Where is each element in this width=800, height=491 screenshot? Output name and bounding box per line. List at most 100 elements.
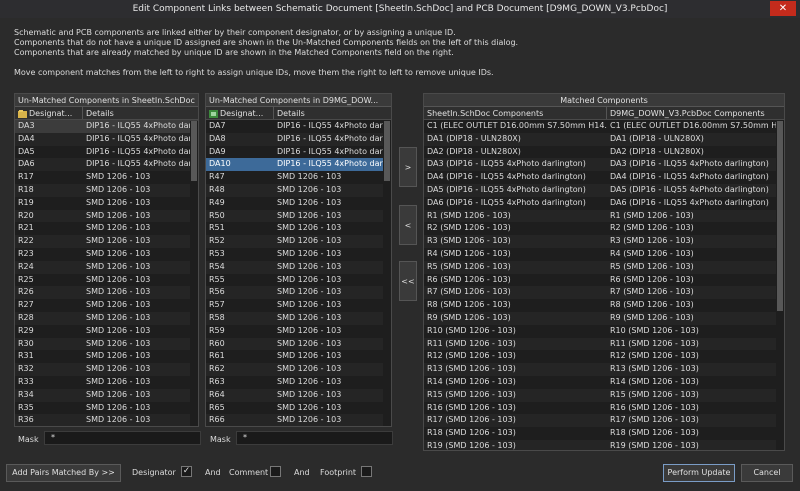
designator-checkbox[interactable]: ✓ (181, 466, 192, 477)
table-row[interactable]: R47 SMD 1206 - 103 (206, 171, 391, 184)
table-row[interactable]: R24 SMD 1206 - 103 (15, 260, 198, 274)
matched-col-pcb[interactable]: D9MG_DOWN_V3.PcbDoc Components (607, 107, 784, 119)
table-row[interactable]: R7 (SMD 1206 - 103) R7 (SMD 1206 - 103) (424, 286, 784, 300)
move-right-button[interactable]: > (399, 147, 417, 187)
table-row[interactable]: R14 (SMD 1206 - 103) R14 (SMD 1206 - 103) (424, 376, 784, 389)
table-row[interactable]: R23 SMD 1206 - 103 (15, 248, 198, 261)
table-row[interactable]: R18 (SMD 1206 - 103) R18 (SMD 1206 - 103) (424, 427, 784, 440)
table-row[interactable]: R33 SMD 1206 - 103 (15, 376, 198, 389)
table-row[interactable]: R13 (SMD 1206 - 103) R13 (SMD 1206 - 103) (424, 363, 784, 376)
table-row[interactable]: R11 (SMD 1206 - 103) R11 (SMD 1206 - 103) (424, 337, 784, 351)
table-row[interactable]: R9 (SMD 1206 - 103) R9 (SMD 1206 - 103) (424, 311, 784, 325)
table-row[interactable]: R34 SMD 1206 - 103 (15, 388, 198, 402)
table-row[interactable]: R64 SMD 1206 - 103 (206, 388, 391, 402)
table-row[interactable]: R22 SMD 1206 - 103 (15, 235, 198, 248)
info-line-3: Components that are already matched by u… (14, 48, 454, 57)
table-row[interactable]: R16 (SMD 1206 - 103) R16 (SMD 1206 - 103) (424, 402, 784, 415)
table-row[interactable]: DA8 DIP16 - ILQ55 4xPhoto darli (206, 132, 391, 146)
cell-col1: R24 (18, 261, 34, 271)
table-row[interactable]: DA3 (DIP16 - ILQ55 4xPhoto darlington) DA… (424, 158, 784, 172)
table-row[interactable]: R57 SMD 1206 - 103 (206, 299, 391, 312)
table-row[interactable]: DA6 DIP16 - ILQ55 4xPhoto darli (15, 158, 198, 172)
cell-col1: DA1 (DIP18 - ULN280X) (427, 133, 521, 143)
table-row[interactable]: R3 (SMD 1206 - 103) R3 (SMD 1206 - 103) (424, 235, 784, 248)
table-row[interactable]: R54 SMD 1206 - 103 (206, 260, 391, 274)
sch-mask-input[interactable]: * (44, 431, 201, 445)
table-row[interactable]: R62 SMD 1206 - 103 (206, 363, 391, 376)
table-row[interactable]: R19 SMD 1206 - 103 (15, 197, 198, 210)
table-row[interactable]: C1 (ELEC OUTLET D16.00mm S7.50mm H14.00m… (424, 120, 784, 133)
table-row[interactable]: R27 SMD 1206 - 103 (15, 299, 198, 312)
table-row[interactable]: R49 SMD 1206 - 103 (206, 197, 391, 210)
table-row[interactable]: R5 (SMD 1206 - 103) R5 (SMD 1206 - 103) (424, 260, 784, 274)
table-row[interactable]: R21 SMD 1206 - 103 (15, 222, 198, 235)
table-row[interactable]: R20 SMD 1206 - 103 (15, 209, 198, 223)
table-row[interactable]: R8 (SMD 1206 - 103) R8 (SMD 1206 - 103) (424, 299, 784, 312)
table-row[interactable]: R15 (SMD 1206 - 103) R15 (SMD 1206 - 103) (424, 388, 784, 402)
table-row[interactable]: R26 SMD 1206 - 103 (15, 286, 198, 300)
pcb-scrollbar[interactable] (383, 121, 391, 426)
table-row[interactable]: R17 (SMD 1206 - 103) R17 (SMD 1206 - 103) (424, 414, 784, 428)
table-row[interactable]: R53 SMD 1206 - 103 (206, 248, 391, 261)
table-row[interactable]: R19 (SMD 1206 - 103) R19 (SMD 1206 - 103) (424, 439, 784, 450)
cell-col2: R1 (SMD 1206 - 103) (610, 210, 694, 220)
table-row[interactable]: R17 SMD 1206 - 103 (15, 171, 198, 184)
table-row[interactable]: R59 SMD 1206 - 103 (206, 325, 391, 338)
table-row[interactable]: R18 SMD 1206 - 103 (15, 183, 198, 197)
sch-col-details[interactable]: Details (83, 107, 198, 119)
table-row[interactable]: R58 SMD 1206 - 103 (206, 311, 391, 325)
table-row[interactable]: R63 SMD 1206 - 103 (206, 376, 391, 389)
move-all-left-button[interactable]: << (399, 261, 417, 301)
table-row[interactable]: R61 SMD 1206 - 103 (206, 350, 391, 363)
table-row[interactable]: R52 SMD 1206 - 103 (206, 235, 391, 248)
table-row[interactable]: R1 (SMD 1206 - 103) R1 (SMD 1206 - 103) (424, 209, 784, 223)
table-row[interactable]: R51 SMD 1206 - 103 (206, 222, 391, 235)
table-row[interactable]: DA9 DIP16 - ILQ55 4xPhoto darli (206, 146, 391, 159)
table-row[interactable]: R50 SMD 1206 - 103 (206, 209, 391, 223)
table-row[interactable]: R48 SMD 1206 - 103 (206, 183, 391, 197)
table-row[interactable]: DA2 (DIP18 - ULN280X) DA2 (DIP18 - ULN280… (424, 146, 784, 159)
perform-update-button[interactable]: Perform Update (663, 464, 735, 482)
move-left-button[interactable]: < (399, 205, 417, 245)
table-row[interactable]: DA10 DIP16 - ILQ55 4xPhoto darli (206, 158, 391, 172)
pcb-col-designator[interactable]: Designat... (206, 107, 274, 119)
table-row[interactable]: R36 SMD 1206 - 103 (15, 414, 198, 426)
table-row[interactable]: DA3 DIP16 - ILQ55 4xPhoto darli (15, 120, 198, 133)
matched-col-sch[interactable]: SheetIn.SchDoc Components (424, 107, 607, 119)
table-row[interactable]: R2 (SMD 1206 - 103) R2 (SMD 1206 - 103) (424, 222, 784, 235)
pcb-col-details[interactable]: Details (274, 107, 391, 119)
table-row[interactable]: DA1 (DIP18 - ULN280X) DA1 (DIP18 - ULN280… (424, 132, 784, 146)
sch-scrollbar[interactable] (190, 121, 198, 426)
table-row[interactable]: R30 SMD 1206 - 103 (15, 337, 198, 351)
table-row[interactable]: R56 SMD 1206 - 103 (206, 286, 391, 300)
close-button[interactable]: ✕ (770, 1, 796, 16)
table-row[interactable]: DA6 (DIP16 - ILQ55 4xPhoto darlington) DA… (424, 197, 784, 210)
matched-scrollbar[interactable] (776, 121, 784, 450)
table-row[interactable]: DA5 DIP16 - ILQ55 4xPhoto darli (15, 146, 198, 159)
cancel-button[interactable]: Cancel (741, 464, 793, 482)
add-pairs-button[interactable]: Add Pairs Matched By >> (6, 464, 121, 482)
table-row[interactable]: DA5 (DIP16 - ILQ55 4xPhoto darlington) DA… (424, 183, 784, 197)
table-row[interactable]: R55 SMD 1206 - 103 (206, 274, 391, 287)
footprint-checkbox[interactable] (361, 466, 372, 477)
table-row[interactable]: R28 SMD 1206 - 103 (15, 311, 198, 325)
table-row[interactable]: R29 SMD 1206 - 103 (15, 325, 198, 338)
table-row[interactable]: R10 (SMD 1206 - 103) R10 (SMD 1206 - 103) (424, 325, 784, 338)
table-row[interactable]: R31 SMD 1206 - 103 (15, 350, 198, 363)
table-row[interactable]: R25 SMD 1206 - 103 (15, 274, 198, 287)
table-row[interactable]: R65 SMD 1206 - 103 (206, 402, 391, 415)
sch-col-designator[interactable]: Designat... (15, 107, 83, 119)
comment-checkbox[interactable] (270, 466, 281, 477)
table-row[interactable]: R12 (SMD 1206 - 103) R12 (SMD 1206 - 103) (424, 350, 784, 363)
table-row[interactable]: R32 SMD 1206 - 103 (15, 363, 198, 376)
table-row[interactable]: R35 SMD 1206 - 103 (15, 402, 198, 415)
pcb-mask-input[interactable]: * (236, 431, 393, 445)
table-row[interactable]: R60 SMD 1206 - 103 (206, 337, 391, 351)
table-row[interactable]: DA7 DIP16 - ILQ55 4xPhoto darli (206, 120, 391, 133)
table-row[interactable]: R66 SMD 1206 - 103 (206, 414, 391, 426)
table-row[interactable]: DA4 DIP16 - ILQ55 4xPhoto darli (15, 132, 198, 146)
table-row[interactable]: DA4 (DIP16 - ILQ55 4xPhoto darlington) DA… (424, 171, 784, 184)
table-row[interactable]: R6 (SMD 1206 - 103) R6 (SMD 1206 - 103) (424, 274, 784, 287)
cell-col1: C1 (ELEC OUTLET D16.00mm S7.50mm H14.00m… (427, 121, 607, 130)
table-row[interactable]: R4 (SMD 1206 - 103) R4 (SMD 1206 - 103) (424, 248, 784, 261)
